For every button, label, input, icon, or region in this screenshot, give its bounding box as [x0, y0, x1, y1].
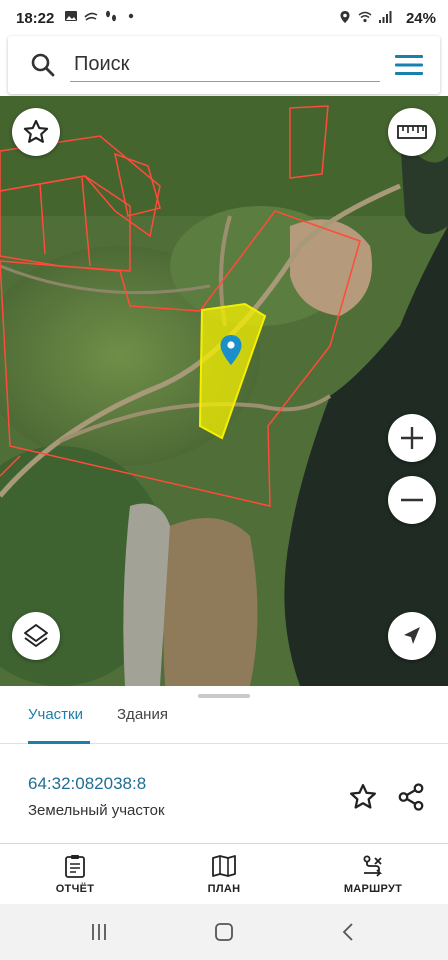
wifi-icon	[358, 11, 372, 23]
report-button[interactable]: ОТЧЁТ	[25, 854, 125, 895]
clipboard-icon	[65, 855, 85, 878]
ruler-button[interactable]	[388, 108, 436, 156]
favorite-star-icon[interactable]	[348, 782, 378, 812]
bottom-sheet: Участки Здания 64:32:082038:8 Земельный …	[0, 686, 448, 846]
footsteps-icon	[106, 10, 116, 22]
menu-icon[interactable]	[394, 52, 424, 78]
star-icon	[23, 119, 49, 143]
parcel-cadastral-number[interactable]: 64:32:082038:8	[28, 774, 146, 794]
favorite-map-button[interactable]	[12, 108, 60, 156]
status-right-icons	[338, 10, 392, 24]
route-button[interactable]: МАРШРУТ	[323, 854, 423, 895]
back-icon[interactable]	[337, 920, 361, 944]
navigation-arrow-icon	[404, 627, 420, 644]
search-icon[interactable]	[30, 52, 56, 78]
recent-apps-icon[interactable]	[87, 920, 111, 944]
tab-buildings[interactable]: Здания	[117, 706, 187, 744]
signal-icon	[379, 11, 392, 23]
layers-button[interactable]	[12, 612, 60, 660]
system-nav-bar	[0, 904, 448, 960]
search-input[interactable]	[70, 48, 380, 82]
plan-button[interactable]: ПЛАН	[174, 854, 274, 895]
route-label: МАРШРУТ	[343, 883, 403, 895]
bottom-toolbar: ОТЧЁТ ПЛАН МАРШРУТ	[0, 848, 448, 904]
map-view[interactable]	[0, 96, 448, 686]
home-icon[interactable]	[212, 920, 236, 944]
tab-parcels[interactable]: Участки	[28, 706, 90, 744]
share-icon[interactable]	[396, 782, 426, 812]
route-icon	[363, 855, 383, 877]
search-bar	[8, 36, 440, 94]
wind-icon	[84, 12, 98, 21]
parcel-type-label: Земельный участок	[28, 802, 165, 819]
parcel-list-item[interactable]: 64:32:082038:8 Земельный участок	[0, 746, 448, 844]
status-bar: 18:22 24%	[0, 0, 448, 36]
zoom-out-button[interactable]	[388, 476, 436, 524]
image-icon	[65, 11, 77, 21]
map-book-icon	[212, 855, 236, 877]
dot-icon	[128, 13, 134, 19]
plus-icon	[401, 427, 423, 449]
drag-handle[interactable]	[198, 694, 250, 698]
satellite-imagery	[0, 96, 448, 686]
minus-icon	[401, 498, 423, 502]
zoom-in-button[interactable]	[388, 414, 436, 462]
report-label: ОТЧЁТ	[55, 883, 95, 895]
battery-level: 24%	[405, 10, 436, 27]
my-location-button[interactable]	[388, 612, 436, 660]
tab-bar: Участки Здания	[0, 706, 448, 744]
layers-icon	[24, 624, 48, 647]
status-left-icons	[64, 9, 138, 23]
location-icon	[340, 11, 350, 23]
location-pin-icon[interactable]	[219, 334, 243, 366]
ruler-icon	[397, 125, 427, 139]
status-time: 18:22	[16, 10, 55, 27]
plan-label: ПЛАН	[207, 883, 241, 895]
